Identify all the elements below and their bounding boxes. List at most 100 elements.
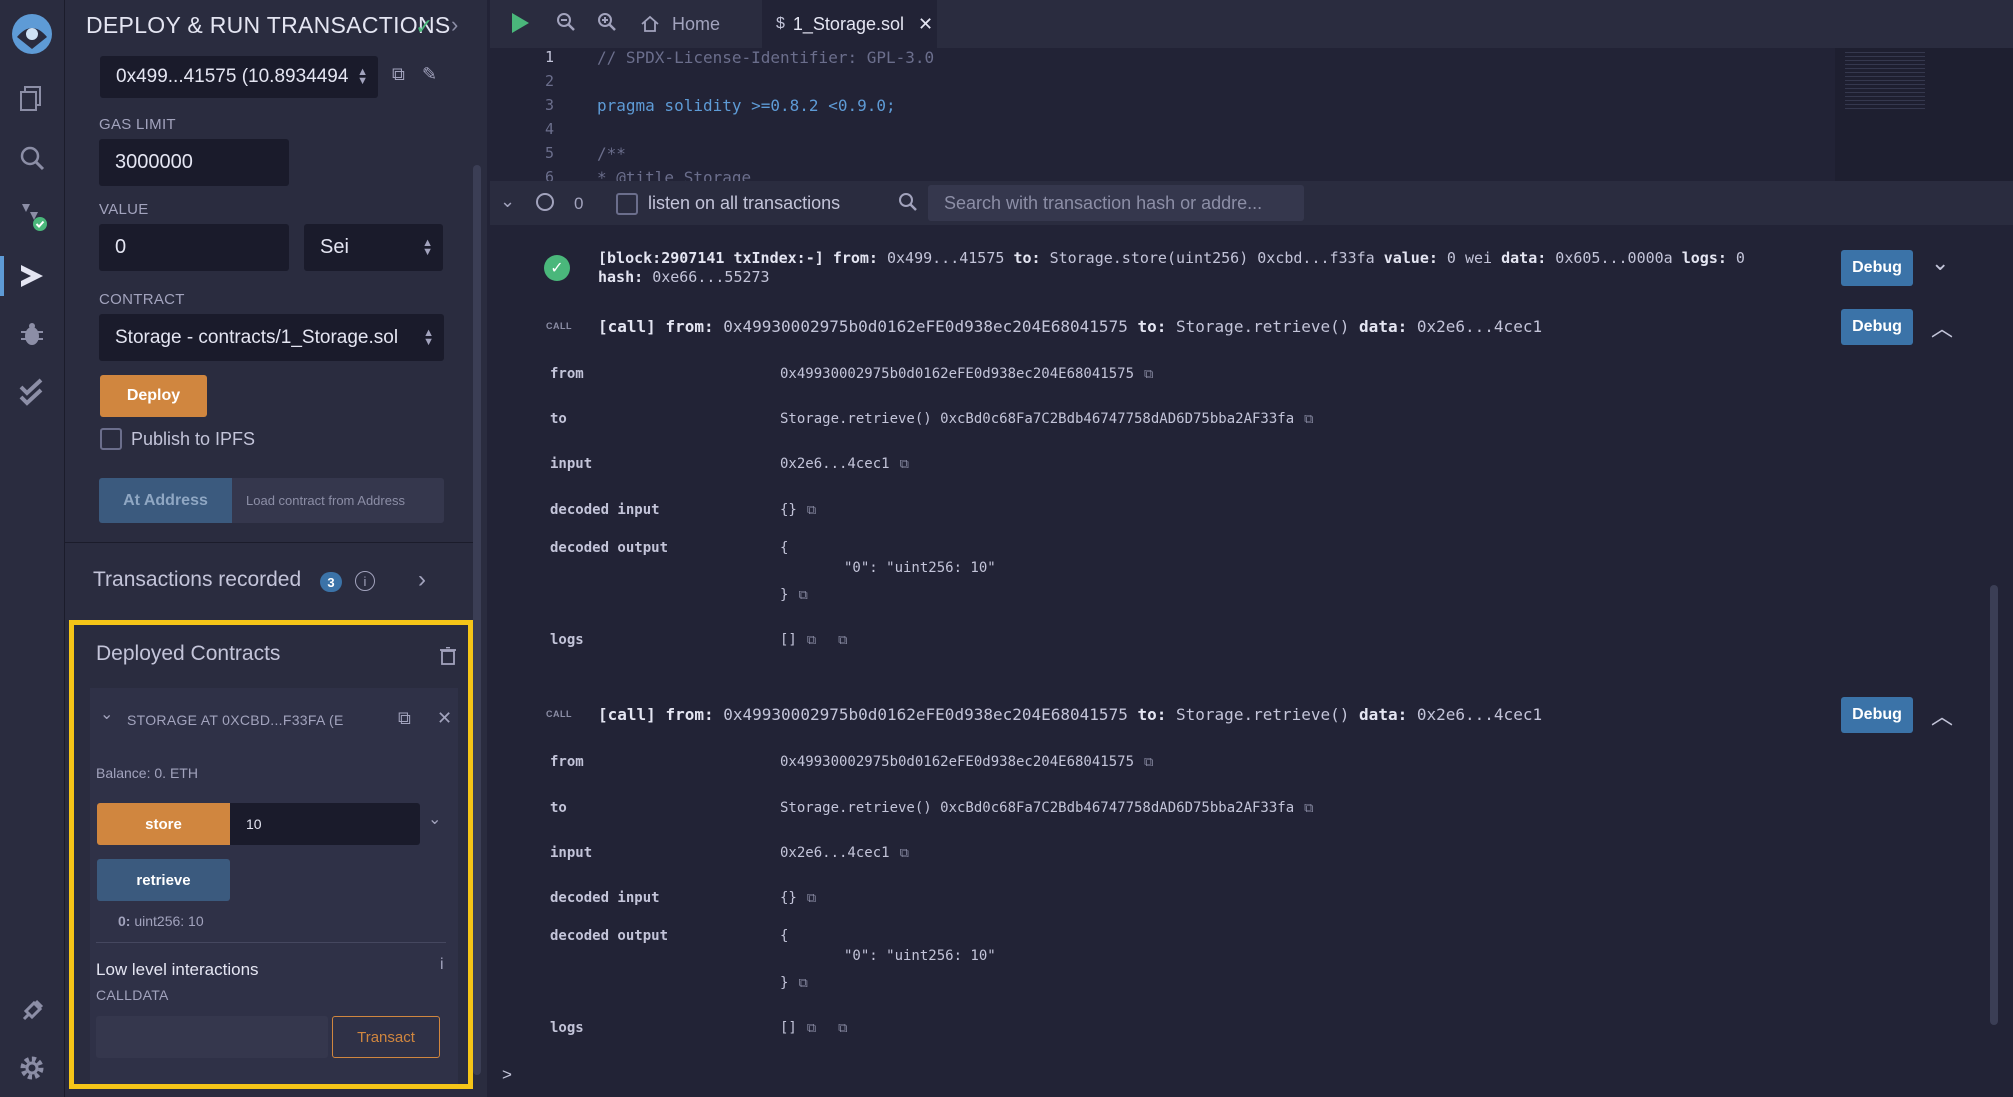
- copy-icon[interactable]: ⧉: [1304, 801, 1313, 816]
- tab-storage-sol[interactable]: $ 1_Storage.sol ✕: [762, 0, 937, 48]
- publish-ipfs-checkbox[interactable]: [100, 428, 122, 450]
- call-to-val: Storage.retrieve(): [1176, 705, 1350, 724]
- code-editor[interactable]: 1 // SPDX-License-Identifier: GPL-3.0 2 …: [490, 48, 1835, 181]
- chevron-right-icon[interactable]: ›: [451, 12, 458, 38]
- call-data-key: data:: [1359, 317, 1408, 336]
- row-key-logs: logs: [550, 1020, 584, 1036]
- deploy-button[interactable]: Deploy: [100, 375, 207, 417]
- info-icon[interactable]: i: [440, 956, 444, 974]
- contract-instance-label[interactable]: STORAGE AT 0XCBD...F33FA (E: [127, 712, 344, 728]
- tab-home[interactable]: Home: [640, 0, 760, 48]
- row-val-decoded-output-body: "0": "uint256: 10": [844, 560, 996, 576]
- gas-limit-input[interactable]: 3000000: [99, 139, 289, 186]
- terminal-search-input[interactable]: Search with transaction hash or addre...: [928, 185, 1304, 221]
- debug-button[interactable]: Debug: [1841, 697, 1913, 733]
- row-key-decoded-output: decoded output: [550, 540, 669, 556]
- pending-count: 0: [574, 194, 584, 213]
- listen-checkbox[interactable]: [616, 193, 638, 215]
- zoom-in-icon[interactable]: [597, 12, 617, 37]
- copy-icon[interactable]: ⧉: [807, 891, 816, 906]
- tx-data-key: data:: [1501, 249, 1547, 267]
- copy-icon[interactable]: ⧉: [900, 457, 909, 472]
- copy-icon[interactable]: ⧉: [798, 588, 807, 603]
- copy-icon[interactable]: ⧉: [1304, 412, 1313, 427]
- calldata-input[interactable]: [96, 1016, 328, 1058]
- run-icon[interactable]: [510, 12, 530, 39]
- terminal-scrollbar[interactable]: [1990, 585, 1998, 1025]
- info-icon[interactable]: i: [355, 571, 375, 591]
- store-input[interactable]: 10: [230, 803, 420, 845]
- call-from-val: 0x49930002975b0d0162eFE0d938ec204E680415…: [723, 317, 1128, 336]
- copy-icon[interactable]: ⧉: [1144, 755, 1153, 770]
- remix-logo-icon[interactable]: [6, 8, 58, 60]
- copy-icon[interactable]: ⧉: [838, 1021, 847, 1036]
- edit-icon[interactable]: ✎: [422, 64, 437, 85]
- bug-icon[interactable]: [14, 316, 50, 352]
- row-decoded-input-text: {}: [780, 502, 797, 518]
- minimap-lines: [1845, 52, 1925, 112]
- instance-divider: [96, 942, 446, 943]
- gear-icon[interactable]: [14, 1050, 50, 1086]
- chevron-up-icon[interactable]: ︿: [1931, 311, 1953, 343]
- load-contract-input[interactable]: Load contract from Address: [232, 478, 444, 523]
- calldata-label: CALLDATA: [96, 987, 169, 1003]
- copy-icon[interactable]: ⧉: [807, 633, 816, 648]
- code-line: /**: [597, 144, 626, 163]
- chevron-up-icon[interactable]: ︿: [1931, 699, 1953, 731]
- double-chevron-down-icon[interactable]: ⌄: [500, 191, 515, 212]
- value-input[interactable]: 0: [99, 224, 289, 271]
- copy-icon[interactable]: ⧉: [392, 64, 405, 85]
- clear-console-icon[interactable]: [536, 193, 554, 211]
- listen-label: listen on all transactions: [648, 193, 841, 213]
- chevron-down-icon[interactable]: ⌄: [1931, 250, 1949, 276]
- search-icon[interactable]: [14, 140, 50, 176]
- at-address-button[interactable]: At Address: [99, 478, 232, 523]
- code-minimap[interactable]: [1835, 48, 2013, 181]
- copy-icon[interactable]: ⧉: [900, 846, 909, 861]
- chevron-down-icon[interactable]: ⌄: [100, 704, 113, 724]
- tx-hash-line: hash: 0xe66...55273: [598, 268, 770, 286]
- copy-icon[interactable]: ⧉: [1144, 367, 1153, 382]
- trash-icon[interactable]: [440, 646, 456, 670]
- line-number: 5: [544, 144, 554, 162]
- double-check-icon[interactable]: [14, 374, 50, 410]
- panel-scrollbar[interactable]: [473, 165, 481, 1075]
- plug-icon[interactable]: [14, 993, 50, 1029]
- copy-icon[interactable]: ⧉: [798, 976, 807, 991]
- row-val-from: 0x49930002975b0d0162eFE0d938ec204E680415…: [780, 754, 1153, 770]
- chevron-right-icon[interactable]: ›: [418, 566, 426, 594]
- contract-label: CONTRACT: [99, 291, 185, 308]
- account-select[interactable]: 0x499...41575 (10.8934494 ▲ ▼: [100, 56, 378, 98]
- copy-icon[interactable]: ⧉: [838, 633, 847, 648]
- solidity-compiler-icon[interactable]: [14, 198, 50, 234]
- chevron-down-icon[interactable]: ⌄: [428, 809, 441, 829]
- retrieve-button[interactable]: retrieve: [97, 859, 230, 901]
- transactions-recorded-label[interactable]: Transactions recorded: [93, 568, 301, 592]
- code-line: * @title Storage: [597, 168, 752, 181]
- retrieve-result: 0: uint256: 10: [118, 913, 204, 929]
- store-button[interactable]: store: [97, 803, 230, 845]
- deployed-contracts-title: Deployed Contracts: [96, 642, 281, 665]
- call-to-key: to:: [1137, 317, 1167, 336]
- panel-divider: [65, 542, 477, 543]
- call-from-key: from:: [665, 705, 714, 724]
- contract-balance: Balance: 0. ETH: [96, 765, 198, 781]
- row-key-logs: logs: [550, 632, 584, 648]
- copy-icon[interactable]: ⧉: [807, 1021, 816, 1036]
- copy-icon[interactable]: ⧉: [807, 503, 816, 518]
- transact-button[interactable]: Transact: [332, 1016, 440, 1058]
- close-icon[interactable]: ✕: [437, 708, 452, 729]
- line-number: 3: [544, 96, 554, 114]
- close-icon[interactable]: ✕: [918, 14, 933, 35]
- contract-select[interactable]: Storage - contracts/1_Storage.sol ▲ ▼: [99, 314, 444, 361]
- editor-area: Home $ 1_Storage.sol ✕ 1 // SPDX-License…: [490, 0, 2013, 1097]
- terminal-prompt[interactable]: >: [502, 1065, 512, 1085]
- files-icon[interactable]: [14, 80, 50, 116]
- debug-button[interactable]: Debug: [1841, 250, 1913, 286]
- zoom-out-icon[interactable]: [556, 12, 576, 37]
- value-unit-select[interactable]: Sei ▲ ▼: [304, 224, 443, 271]
- debug-button[interactable]: Debug: [1841, 309, 1913, 345]
- copy-icon[interactable]: ⧉: [398, 708, 411, 729]
- deploy-run-icon[interactable]: [14, 258, 50, 294]
- call-from-val: 0x49930002975b0d0162eFE0d938ec204E680415…: [723, 705, 1128, 724]
